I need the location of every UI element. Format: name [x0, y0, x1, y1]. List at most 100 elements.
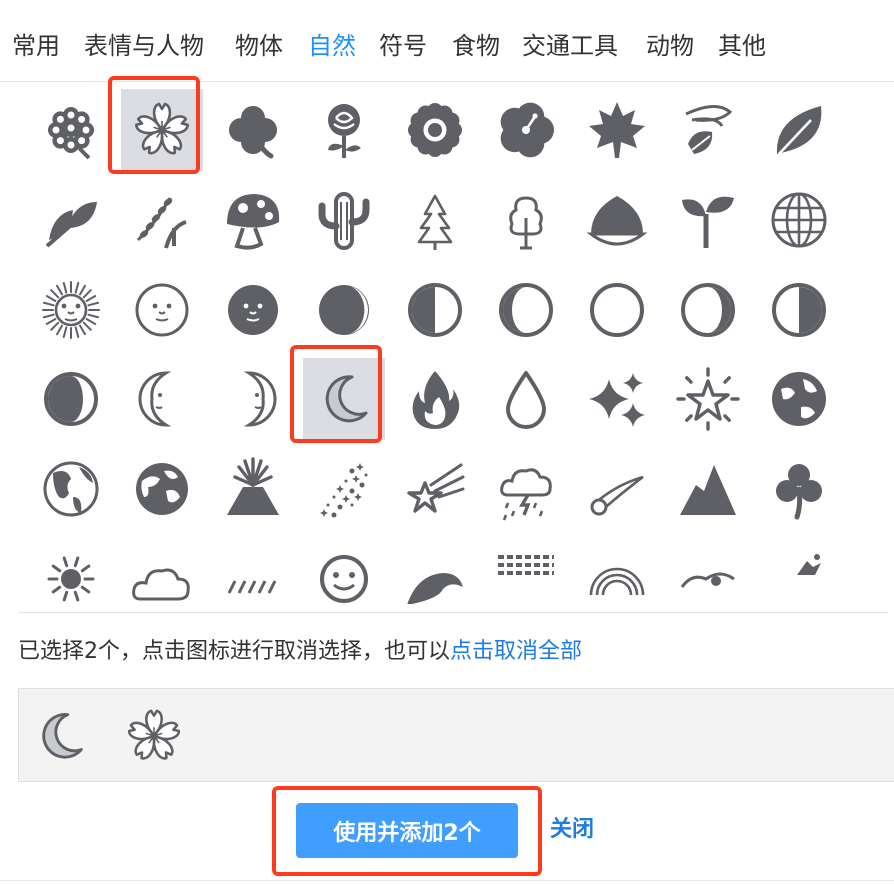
tab-2[interactable]: 表情与人物 — [84, 30, 204, 62]
last-quarter-moon-face-cell[interactable] — [212, 358, 294, 440]
rose-cell[interactable] — [303, 89, 385, 171]
four-leaf-clover-cell[interactable] — [212, 89, 294, 171]
cherry-blossom-icon — [127, 709, 181, 760]
comet-cell[interactable] — [576, 448, 658, 530]
storm-cloud-cell[interactable] — [485, 448, 567, 530]
first-quarter-moon-icon — [408, 283, 462, 337]
waning-crescent-moon-cell[interactable] — [30, 358, 112, 440]
tab-3[interactable]: 物体 — [235, 30, 283, 62]
wave-cell[interactable] — [394, 538, 476, 604]
waning-gibbous-moon-icon — [681, 283, 735, 337]
fallen-leaf-cell[interactable] — [758, 89, 840, 171]
shamrock-icon — [776, 464, 822, 520]
mushroom-icon — [227, 194, 280, 250]
sun-behind-cloud-cell[interactable] — [30, 538, 112, 604]
rice-ear-cell[interactable] — [121, 179, 203, 261]
evergreen-tree-cell[interactable] — [394, 179, 476, 261]
chestnut-icon — [586, 196, 648, 246]
globe-meridians-cell[interactable] — [758, 179, 840, 261]
sunflower-icon — [408, 103, 462, 157]
cloud-cell[interactable] — [121, 538, 203, 604]
first-quarter-moon-cell[interactable] — [394, 269, 476, 351]
tab-7[interactable]: 交通工具 — [522, 30, 618, 62]
crescent-moon-icon — [325, 375, 368, 423]
mountain-icon — [680, 465, 736, 515]
fog-cell[interactable] — [485, 538, 567, 604]
last-quarter-moon-cell[interactable] — [758, 269, 840, 351]
globe-cell[interactable] — [758, 358, 840, 440]
island-icon — [797, 554, 821, 575]
volcano-cell[interactable] — [212, 448, 294, 530]
mushroom-cell[interactable] — [212, 179, 294, 261]
selection-info: 已选择2个，点击图标进行取消选择，也可以点击取消全部 — [18, 636, 582, 668]
chestnut-cell[interactable] — [576, 179, 658, 261]
shooting-star-cell[interactable] — [394, 448, 476, 530]
tab-6[interactable]: 食物 — [452, 30, 500, 62]
new-moon-face-icon — [228, 285, 278, 335]
new-moon-face-cell[interactable] — [212, 269, 294, 351]
selection-info-text: 已选择2个，点击图标进行取消选择，也可以 — [18, 639, 450, 664]
cherry-blossom-cell[interactable] — [121, 89, 203, 171]
tab-8[interactable]: 动物 — [646, 30, 694, 62]
shooting-star-icon — [407, 463, 465, 513]
selected-icons-panel — [18, 688, 894, 782]
leaf-in-wind-cell[interactable] — [667, 89, 749, 171]
crescent-moon-cell[interactable] — [303, 358, 385, 440]
waxing-crescent-moon-cell[interactable] — [303, 269, 385, 351]
earth-americas-cell[interactable] — [30, 448, 112, 530]
mountain-cell[interactable] — [667, 448, 749, 530]
dizzy-star-cell[interactable] — [667, 358, 749, 440]
fire-cell[interactable] — [394, 358, 476, 440]
use-and-add-button[interactable]: 使用并添加2个 — [296, 803, 518, 858]
sunflower-cell[interactable] — [394, 89, 476, 171]
tab-9[interactable]: 其他 — [718, 30, 766, 62]
herb-cell[interactable] — [30, 179, 112, 261]
category-tabs: 常用 表情与人物 物体 自然 符号 食物 交通工具 动物 其他 — [0, 0, 894, 82]
deciduous-tree-icon — [509, 196, 543, 250]
maple-leaf-icon — [589, 102, 645, 158]
waning-gibbous-moon-cell[interactable] — [667, 269, 749, 351]
island-cell[interactable] — [758, 538, 840, 604]
wave-icon — [407, 573, 463, 604]
herb-icon — [45, 202, 97, 248]
deselect-all-link[interactable]: 点击取消全部 — [450, 639, 582, 664]
hydrangea-cell[interactable] — [30, 89, 112, 171]
evergreen-tree-icon — [417, 194, 453, 250]
tab-1[interactable]: 常用 — [12, 30, 60, 62]
tab-4[interactable]: 自然 — [308, 30, 356, 62]
waxing-gibbous-moon-icon — [499, 283, 553, 337]
full-moon-icon — [590, 283, 644, 337]
shamrock-cell[interactable] — [758, 448, 840, 530]
waning-crescent-moon-icon — [44, 372, 98, 426]
milky-way-icon — [320, 463, 368, 518]
waxing-gibbous-moon-cell[interactable] — [485, 269, 567, 351]
sparkles-cell[interactable] — [576, 358, 658, 440]
maple-leaf-cell[interactable] — [576, 89, 658, 171]
droplet-icon — [506, 371, 546, 429]
hibiscus-cell[interactable] — [485, 89, 567, 171]
sun-with-face-cell[interactable] — [30, 269, 112, 351]
rain-cell[interactable] — [212, 538, 294, 604]
smiling-face-cell[interactable] — [303, 538, 385, 604]
seedling-cell[interactable] — [667, 179, 749, 261]
cactus-cell[interactable] — [303, 179, 385, 261]
close-button[interactable]: 关闭 — [550, 814, 594, 846]
divider — [18, 612, 888, 613]
first-quarter-moon-face-cell[interactable] — [121, 358, 203, 440]
full-moon-face-cell[interactable] — [121, 269, 203, 351]
rainbow-cell[interactable] — [576, 538, 658, 604]
cherry-blossom-icon — [135, 102, 189, 155]
four-leaf-clover-icon — [229, 106, 277, 159]
tab-5[interactable]: 符号 — [379, 30, 427, 62]
milky-way-cell[interactable] — [303, 448, 385, 530]
dizzy-star-icon — [676, 367, 740, 431]
droplet-cell[interactable] — [485, 358, 567, 440]
wind-face-cell[interactable] — [667, 538, 749, 604]
seedling-icon — [682, 196, 734, 248]
selected-crescent-moon[interactable] — [25, 701, 95, 771]
full-moon-cell[interactable] — [576, 269, 658, 351]
earth-asia-cell[interactable] — [121, 448, 203, 530]
selected-cherry-blossom[interactable] — [119, 701, 189, 771]
sun-with-face-icon — [42, 281, 100, 339]
deciduous-tree-cell[interactable] — [485, 179, 567, 261]
